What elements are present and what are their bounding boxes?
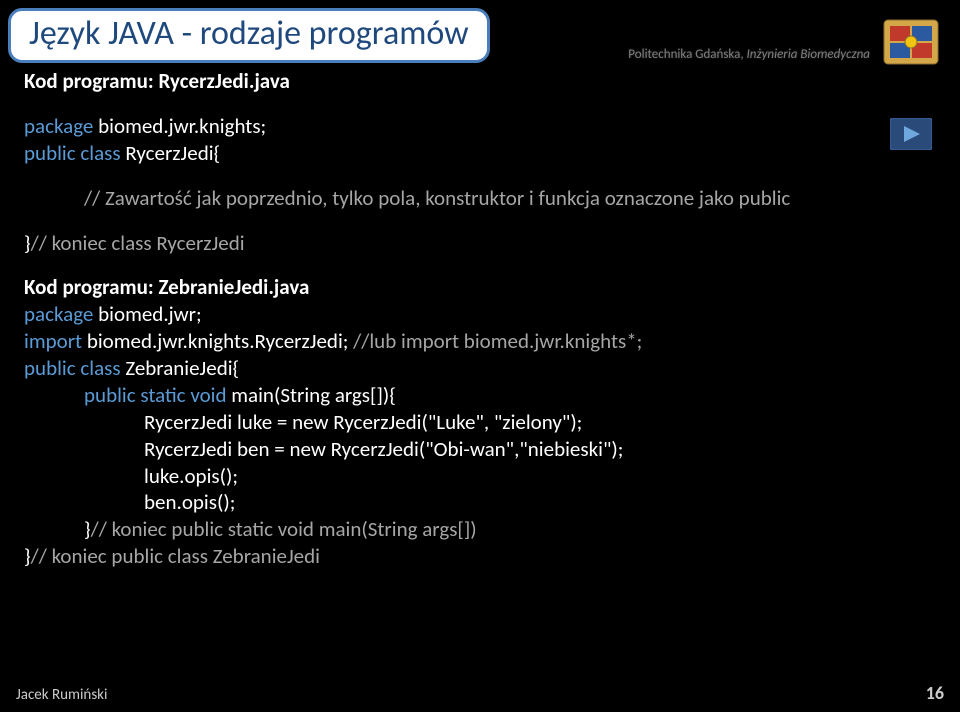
- code-line: }// koniec public class ZebranieJedi: [24, 543, 936, 570]
- code-line: package biomed.jwr.knights;: [24, 113, 936, 140]
- institution-plain: Politechnika Gdańska,: [628, 47, 746, 62]
- code-line: }// koniec public static void main(Strin…: [24, 516, 936, 543]
- code-heading-2: Kod programu: ZebranieJedi.java: [24, 274, 936, 301]
- code-line: public static void main(String args[]){: [24, 382, 936, 409]
- code-line: }// koniec class RycerzJedi: [24, 230, 936, 257]
- code-line: luke.opis();: [24, 463, 936, 490]
- code-line: package biomed.jwr;: [24, 301, 936, 328]
- institution-label: Politechnika Gdańska, Inżynieria Biomedy…: [628, 44, 870, 63]
- code-line: RycerzJedi luke = new RycerzJedi("Luke",…: [24, 409, 936, 436]
- institution-italic: Inżynieria Biomedyczna: [747, 47, 870, 62]
- crest-icon: [882, 18, 940, 66]
- code-line: public class ZebranieJedi{: [24, 355, 936, 382]
- code-line: ben.opis();: [24, 489, 936, 516]
- code-comment: // Zawartość jak poprzednio, tylko pola,…: [24, 185, 936, 212]
- slide-title: Język JAVA - rodzaje programów: [29, 13, 469, 54]
- author-label: Jacek Rumiński: [16, 686, 107, 704]
- code-line: import biomed.jwr.knights.RycerzJedi; //…: [24, 328, 936, 355]
- slide-content: Kod programu: RycerzJedi.java package bi…: [24, 68, 936, 570]
- page-number: 16: [926, 682, 944, 704]
- code-line: RycerzJedi ben = new RycerzJedi("Obi-wan…: [24, 436, 936, 463]
- code-heading-1: Kod programu: RycerzJedi.java: [24, 68, 936, 95]
- code-line: public class RycerzJedi{: [24, 140, 936, 167]
- slide-title-box: Język JAVA - rodzaje programów: [8, 8, 490, 63]
- university-logo: [882, 18, 940, 66]
